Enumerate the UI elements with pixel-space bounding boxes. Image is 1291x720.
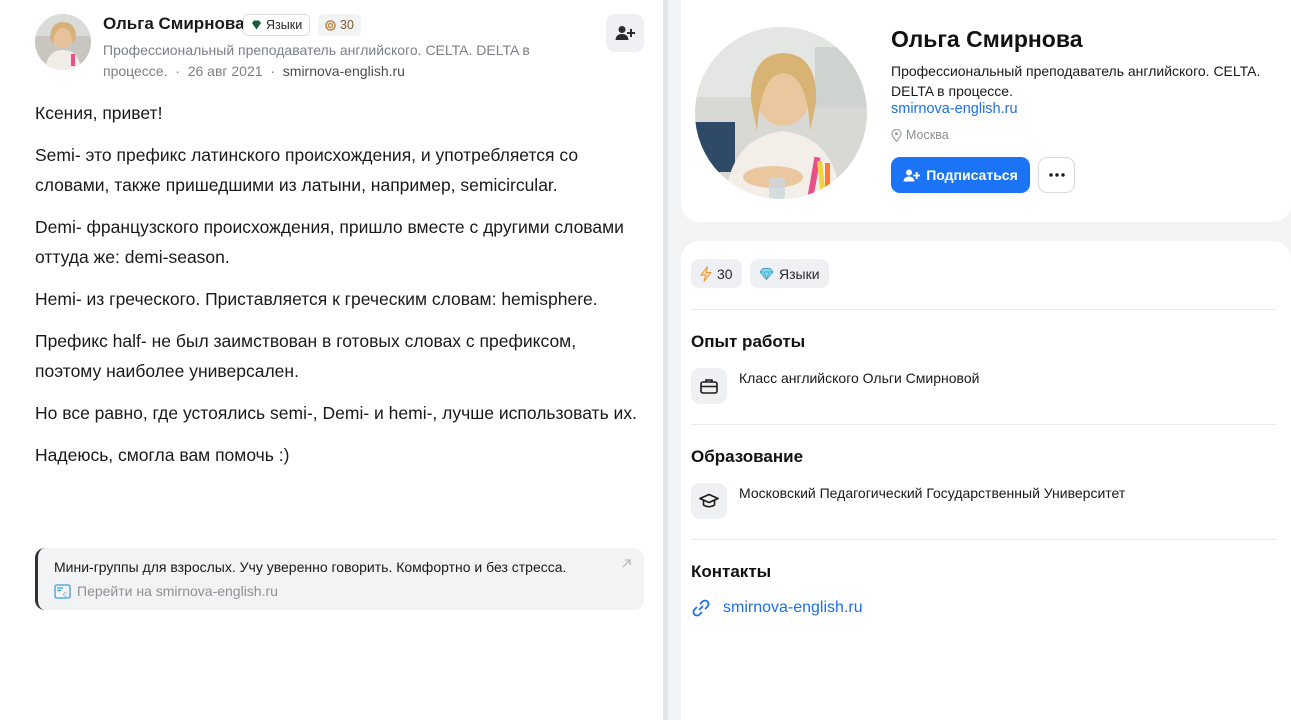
briefcase-icon	[691, 368, 727, 404]
promo-text: Мини-группы для взрослых. Учу уверенно г…	[54, 559, 567, 575]
site-favicon-icon: c	[54, 583, 71, 599]
profile-bio: Профессиональный преподаватель английско…	[891, 63, 1261, 99]
profile-header-card: Ольга Смирнова Профессиональный преподав…	[681, 0, 1291, 222]
contact-site-label: smirnova-english.ru	[723, 599, 863, 616]
post-paragraph: Префикс half- не был заимствован в готов…	[35, 331, 577, 381]
education-item: Московский Педагогический Государственны…	[739, 485, 1126, 501]
post-paragraph: Hemi- из греческого. Приставляется к гре…	[35, 289, 598, 309]
section-divider	[691, 309, 1276, 310]
post-date: 26 авг 2021	[187, 63, 263, 79]
post-paragraph: Ксения, привет!	[35, 103, 163, 123]
author-site-link[interactable]: smirnova-english.ru	[283, 63, 405, 79]
post-pane: Ольга Смирнова Языки 30 Профессиональный…	[0, 0, 663, 720]
svg-text:c: c	[63, 590, 67, 598]
score-chip[interactable]: 30	[691, 259, 742, 288]
profile-pane: Ольга Смирнова Профессиональный преподав…	[668, 0, 1291, 720]
profile-info-card: 30 Языки Опыт работы Класс английского О…	[681, 241, 1291, 720]
author-name[interactable]: Ольга Смирнова	[103, 14, 245, 34]
profile-location: Москва	[891, 128, 949, 142]
location-pin-icon	[891, 128, 902, 142]
promo-site-link[interactable]: c Перейти на smirnova-english.ru	[54, 583, 628, 599]
profile-city: Москва	[906, 128, 949, 142]
lightning-icon	[700, 265, 712, 282]
author-avatar[interactable]	[35, 14, 91, 70]
graduation-cap-icon	[691, 483, 727, 519]
score-chip-label: 30	[717, 265, 733, 282]
author-meta: Профессиональный преподаватель английско…	[103, 42, 530, 79]
add-user-icon	[615, 26, 635, 40]
post-body: Ксения, привет! Semi- это префикс латинс…	[35, 98, 645, 482]
topic-badge[interactable]: Языки	[243, 14, 311, 36]
score-badge[interactable]: 30	[318, 14, 361, 36]
profile-name: Ольга Смирнова	[891, 26, 1083, 52]
gem-icon	[252, 20, 261, 30]
link-icon	[692, 599, 710, 617]
subscribe-label: Подписаться	[926, 167, 1018, 183]
work-section-title: Опыт работы	[691, 332, 806, 351]
more-dots-icon	[1048, 173, 1065, 177]
post-paragraph: Semi- это префикс латинского происхожден…	[35, 145, 579, 195]
subscribe-icon-button[interactable]	[606, 14, 644, 52]
section-divider	[691, 424, 1276, 425]
contact-site-link[interactable]: smirnova-english.ru	[691, 598, 863, 618]
post-paragraph: Demi- французского происхождения, пришло…	[35, 217, 624, 267]
spiral-icon	[325, 19, 336, 31]
topic-chip-label: Языки	[779, 265, 820, 282]
add-user-icon	[903, 169, 921, 181]
profile-site-link[interactable]: smirnova-english.ru	[891, 101, 1018, 117]
gem-icon	[759, 267, 774, 280]
topic-chip[interactable]: Языки	[750, 259, 829, 288]
external-arrow-icon	[621, 556, 632, 574]
profile-avatar	[695, 27, 867, 199]
more-options-button[interactable]	[1038, 157, 1075, 193]
promo-link-card[interactable]: Мини-группы для взрослых. Учу уверенно г…	[35, 548, 644, 610]
contacts-section-title: Контакты	[691, 562, 772, 581]
promo-site-label: Перейти на smirnova-english.ru	[77, 583, 278, 599]
post-paragraph: Надеюсь, смогла вам помочь :)	[35, 445, 290, 465]
score-badge-label: 30	[340, 18, 354, 32]
topic-badge-label: Языки	[266, 18, 303, 32]
work-item: Класс английского Ольги Смирновой	[739, 370, 980, 386]
subscribe-button[interactable]: Подписаться	[891, 157, 1030, 193]
post-paragraph: Но все равно, где устоялись semi-, Demi-…	[35, 403, 637, 423]
education-section-title: Образование	[691, 447, 804, 466]
section-divider	[691, 539, 1276, 540]
